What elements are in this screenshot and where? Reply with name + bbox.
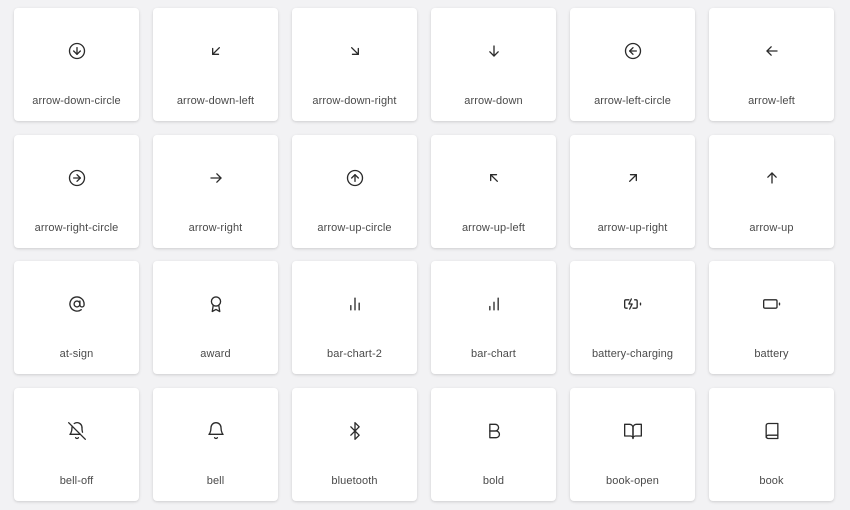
arrow-up-circle-icon bbox=[345, 168, 365, 188]
icon-label: arrow-right bbox=[188, 222, 243, 234]
icon-card-arrow-down-left[interactable]: arrow-down-left bbox=[153, 8, 278, 121]
arrow-down-icon bbox=[484, 41, 504, 61]
icon-grid: arrow-down-circle arrow-down-left arrow-… bbox=[0, 0, 850, 510]
icon-card-arrow-right[interactable]: arrow-right bbox=[153, 135, 278, 248]
icon-card-bell-off[interactable]: bell-off bbox=[14, 388, 139, 501]
icon-card-arrow-left[interactable]: arrow-left bbox=[709, 8, 834, 121]
icon-label: bell bbox=[206, 475, 225, 487]
icon-card-book-open[interactable]: book-open bbox=[570, 388, 695, 501]
icon-card-arrow-right-circle[interactable]: arrow-right-circle bbox=[14, 135, 139, 248]
icon-label: arrow-up-circle bbox=[317, 222, 392, 234]
icon-label: arrow-up-left bbox=[461, 222, 526, 234]
icon-label: battery bbox=[754, 348, 789, 360]
arrow-left-circle-icon bbox=[623, 41, 643, 61]
at-sign-icon bbox=[67, 294, 87, 314]
icon-label: bell-off bbox=[59, 475, 94, 487]
arrow-right-circle-icon bbox=[67, 168, 87, 188]
battery-charging-icon bbox=[623, 294, 643, 314]
icon-label: arrow-down bbox=[464, 95, 523, 107]
icon-label: arrow-left-circle bbox=[594, 95, 671, 107]
arrow-down-right-icon bbox=[345, 41, 365, 61]
icon-card-bar-chart-2[interactable]: bar-chart-2 bbox=[292, 261, 417, 374]
icon-card-arrow-up-right[interactable]: arrow-up-right bbox=[570, 135, 695, 248]
icon-card-arrow-down[interactable]: arrow-down bbox=[431, 8, 556, 121]
icon-card-bold[interactable]: bold bbox=[431, 388, 556, 501]
arrow-up-icon bbox=[762, 168, 782, 188]
icon-label: book-open bbox=[606, 475, 659, 487]
bluetooth-icon bbox=[345, 421, 365, 441]
icon-label: arrow-left bbox=[748, 95, 795, 107]
icon-label: arrow-right-circle bbox=[34, 222, 119, 234]
icon-label: at-sign bbox=[59, 348, 94, 360]
arrow-down-circle-icon bbox=[67, 41, 87, 61]
icon-card-book[interactable]: book bbox=[709, 388, 834, 501]
icon-card-arrow-left-circle[interactable]: arrow-left-circle bbox=[570, 8, 695, 121]
icon-card-battery[interactable]: battery bbox=[709, 261, 834, 374]
arrow-up-right-icon bbox=[623, 168, 643, 188]
arrow-left-icon bbox=[762, 41, 782, 61]
icon-card-arrow-up[interactable]: arrow-up bbox=[709, 135, 834, 248]
arrow-right-icon bbox=[206, 168, 226, 188]
icon-card-at-sign[interactable]: at-sign bbox=[14, 261, 139, 374]
bell-icon bbox=[206, 421, 226, 441]
bold-icon bbox=[484, 421, 504, 441]
arrow-down-left-icon bbox=[206, 41, 226, 61]
bell-off-icon bbox=[67, 421, 87, 441]
icon-label: bluetooth bbox=[331, 475, 378, 487]
icon-label: battery-charging bbox=[591, 348, 674, 360]
book-icon bbox=[762, 421, 782, 441]
icon-card-bell[interactable]: bell bbox=[153, 388, 278, 501]
icon-card-bar-chart[interactable]: bar-chart bbox=[431, 261, 556, 374]
icon-card-award[interactable]: award bbox=[153, 261, 278, 374]
icon-card-arrow-up-left[interactable]: arrow-up-left bbox=[431, 135, 556, 248]
icon-label: arrow-down-left bbox=[176, 95, 255, 107]
icon-card-arrow-up-circle[interactable]: arrow-up-circle bbox=[292, 135, 417, 248]
icon-card-battery-charging[interactable]: battery-charging bbox=[570, 261, 695, 374]
award-icon bbox=[206, 294, 226, 314]
icon-label: book bbox=[759, 475, 784, 487]
icon-card-arrow-down-circle[interactable]: arrow-down-circle bbox=[14, 8, 139, 121]
icon-label: award bbox=[200, 348, 231, 360]
icon-label: arrow-down-right bbox=[312, 95, 397, 107]
bar-chart-icon bbox=[484, 294, 504, 314]
icon-card-arrow-down-right[interactable]: arrow-down-right bbox=[292, 8, 417, 121]
icon-card-bluetooth[interactable]: bluetooth bbox=[292, 388, 417, 501]
arrow-up-left-icon bbox=[484, 168, 504, 188]
icon-label: arrow-down-circle bbox=[32, 95, 121, 107]
battery-icon bbox=[762, 294, 782, 314]
icon-label: bar-chart bbox=[471, 348, 516, 360]
icon-label: arrow-up bbox=[749, 222, 794, 234]
icon-label: arrow-up-right bbox=[597, 222, 668, 234]
icon-label: bar-chart-2 bbox=[327, 348, 382, 360]
book-open-icon bbox=[623, 421, 643, 441]
icon-label: bold bbox=[482, 475, 505, 487]
bar-chart-2-icon bbox=[345, 294, 365, 314]
